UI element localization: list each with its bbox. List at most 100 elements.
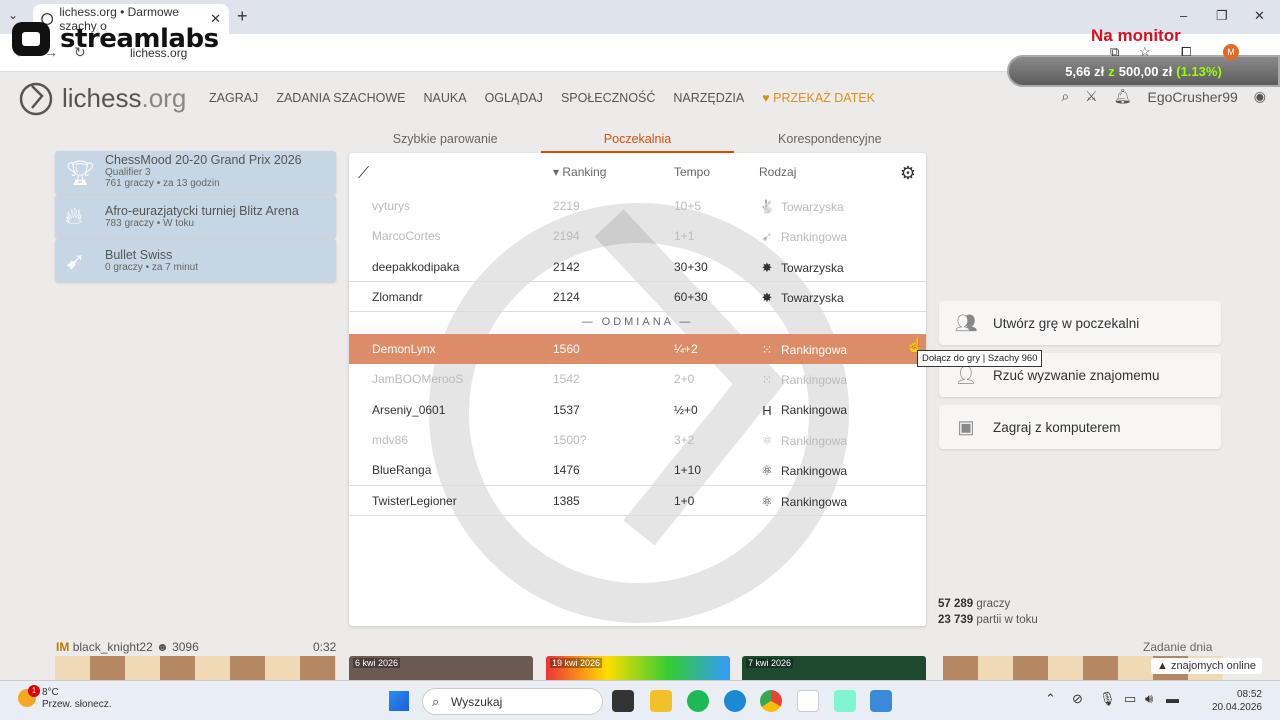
nav-tools[interactable]: NARZĘDZIA [673, 91, 744, 105]
notifications-bell-icon[interactable]: 🔔︎ [1114, 88, 1132, 105]
hook-time: 1+0 [674, 493, 695, 508]
spotify-icon[interactable] [687, 690, 709, 712]
bullet-icon: ➹ [761, 229, 773, 245]
hook-player: DemonLynx [372, 342, 436, 357]
col-rating[interactable]: ▾ Ranking [553, 165, 606, 179]
table-row[interactable]: Arseniy_0601 1537 ½+0 H Rankingowa [349, 395, 926, 425]
microphone-icon[interactable]: 🎙︎ [1099, 691, 1116, 707]
blog-card[interactable]: 7 kwi 2026 [742, 656, 926, 680]
weather-widget[interactable]: 1 8°C Przew. słonecz. [18, 685, 111, 711]
tournament-subtitle: Qualifier 3 [105, 167, 151, 178]
tab-correspondence[interactable]: Korespondencyjne [734, 124, 926, 153]
hook-player: vyturys [372, 199, 411, 213]
hook-player: Zlomandr [372, 289, 423, 304]
lichess-logo[interactable]: lichess.org [18, 80, 186, 116]
maximize-button[interactable]: ❐ [1216, 8, 1228, 24]
task-view-icon[interactable] [612, 690, 634, 712]
edge-icon[interactable] [724, 690, 746, 712]
streamlabs-logo-icon [12, 22, 50, 56]
app-icon[interactable] [870, 690, 892, 712]
recorder-icon[interactable] [797, 690, 819, 712]
nav-learn[interactable]: NAUKA [424, 91, 467, 105]
hook-time: ¼+2 [674, 342, 698, 357]
nav-play[interactable]: ZAGRAJ [209, 91, 258, 105]
hook-rating: 1537 [553, 402, 580, 417]
nav-community[interactable]: SPOŁECZNOŚĆ [561, 91, 655, 105]
chrome-icon[interactable] [760, 690, 782, 712]
tv-mini-board[interactable] [55, 656, 336, 680]
tv-game-title[interactable]: IM black_knight22 ☻ 3096 [56, 640, 199, 654]
nav-puzzles[interactable]: ZADANIA SZACHOWE [276, 91, 405, 105]
tournament-info: 783 graczy • W toku [105, 218, 195, 229]
tournament-title: ChessMood 20-20 Grand Prix 2026 [105, 153, 302, 167]
players-count[interactable]: 57 289 graczy [938, 596, 1038, 612]
user-avatar-icon[interactable]: ◉ [1254, 88, 1266, 105]
users-icon: 👥︎ [954, 312, 978, 333]
tray-chevron-icon[interactable]: ⌃ [1045, 691, 1056, 707]
play-computer-button[interactable]: ▣ Zagraj z komputerem [939, 405, 1221, 449]
table-row[interactable]: deepakkodipaka 2142 30+30 ✸ Towarzyska [349, 252, 926, 282]
tournament-item[interactable]: 🔥︎ Afro-eurazjatycki turniej Blitz Arena… [55, 195, 336, 238]
main-nav: ZAGRAJ ZADANIA SZACHOWE NAUKA OGLĄDAJ SP… [209, 91, 875, 105]
donation-goal: 500,00 zł [1118, 63, 1173, 79]
table-row[interactable]: Zlomandr 2124 60+30 ✸ Towarzyska [349, 282, 926, 313]
system-clock[interactable]: 08:52 20.04.2026 [1212, 688, 1262, 714]
horde-icon: H [762, 402, 772, 418]
cast-icon[interactable]: ⧉ [1110, 44, 1119, 60]
profile-avatar[interactable]: M [1223, 44, 1239, 60]
tournament-list: 🏆︎ ChessMood 20-20 Grand Prix 2026 Quali… [55, 151, 336, 283]
streamlabs-app-icon[interactable] [834, 690, 856, 712]
tournament-item[interactable]: ➹ Bullet Swiss 0 graczy • za 7 minut [55, 239, 336, 282]
volume-icon[interactable]: 🔊︎ [1145, 691, 1153, 707]
hook-time: 1+10 [674, 463, 702, 478]
table-row[interactable]: BlueRanga 1476 1+10 ⚛ Rankingowa [349, 455, 926, 486]
donation-percent: (1.13%) [1176, 63, 1222, 79]
taskbar-search[interactable]: ⌕ Wyszukaj [422, 688, 603, 715]
blog-card[interactable]: 6 kwi 2026 [349, 656, 533, 680]
table-row[interactable]: MarcoCortes 2194 1+1 ➹ Rankingowa [349, 221, 926, 251]
nav-watch[interactable]: OGLĄDAJ [485, 91, 543, 105]
tab-quick-pairing[interactable]: Szybkie parowanie [349, 124, 541, 153]
donation-goal-title: Na monitor [1091, 26, 1181, 45]
tournament-item[interactable]: 🏆︎ ChessMood 20-20 Grand Prix 2026 Quali… [55, 151, 336, 194]
table-row[interactable]: mdv86 1500? 3+2 ⚛ Rankingowa [349, 425, 926, 455]
hook-player: BlueRanga [372, 463, 432, 478]
challenges-icon[interactable]: ⚔ [1085, 88, 1098, 105]
minimize-button[interactable]: – [1180, 8, 1187, 23]
fire-icon: 🔥︎ [65, 203, 83, 230]
variant-divider: — ODMIANA — [581, 316, 694, 329]
hook-mode: ⚛ Rankingowa [759, 433, 847, 449]
col-time[interactable]: Tempo [674, 165, 710, 179]
search-icon[interactable]: ⌕ [1061, 88, 1069, 105]
username[interactable]: EgoCrusher99 [1148, 89, 1238, 105]
hook-time: ½+0 [674, 402, 698, 417]
windows-start-icon[interactable] [389, 691, 409, 711]
hook-rating: 1385 [553, 493, 580, 508]
col-mode[interactable]: Rodzaj [759, 165, 796, 179]
file-explorer-icon[interactable] [650, 690, 672, 712]
nav-donate[interactable]: ♥ PRZEKAŻ DATEK [762, 91, 875, 105]
hook-player: deepakkodipaka [372, 259, 460, 274]
network-off-icon[interactable]: ⊘ [1072, 691, 1083, 707]
chart-view-icon[interactable]: ⟋ [358, 165, 369, 183]
blog-date: 6 kwi 2026 [353, 658, 401, 668]
table-row[interactable]: vyturys 2219 10+5 🐇 Towarzyska [349, 191, 926, 221]
battery-icon[interactable]: ▬ [1166, 691, 1179, 706]
display-icon[interactable]: ▭ [1124, 691, 1136, 707]
tab-lobby[interactable]: Poczekalnia [541, 124, 734, 153]
close-window-button[interactable]: ✕ [1254, 8, 1265, 24]
table-row[interactable]: TwisterLegioner 1385 1+0 ⚛ Rankingowa [349, 486, 926, 516]
create-game-button[interactable]: 👥︎ Utwórz grę w poczekalni [939, 301, 1221, 345]
user-icon: 👤︎ [954, 364, 978, 385]
games-count[interactable]: 23 739 partii w toku [938, 612, 1038, 628]
turtle-icon: ✸ [761, 259, 773, 275]
extensions-icon[interactable]: ⧠ [1181, 44, 1191, 60]
table-row[interactable]: DemonLynx 1560 ¼+2 ⁙ Rankingowa [349, 334, 926, 365]
gear-icon[interactable]: ⚙ [900, 163, 916, 184]
bookmark-star-icon[interactable]: ☆ [1139, 44, 1151, 60]
new-tab-button[interactable]: + [237, 6, 248, 27]
friends-online-button[interactable]: ▲ znajomych online [1151, 658, 1262, 674]
blog-card[interactable]: 19 kwi 2026 [546, 656, 730, 680]
table-row[interactable]: JamBOOMerooS 1542 2+0 ⁙ Rankingowa [349, 364, 926, 394]
tab-list-chevron-icon[interactable]: ⌄ [8, 8, 18, 22]
